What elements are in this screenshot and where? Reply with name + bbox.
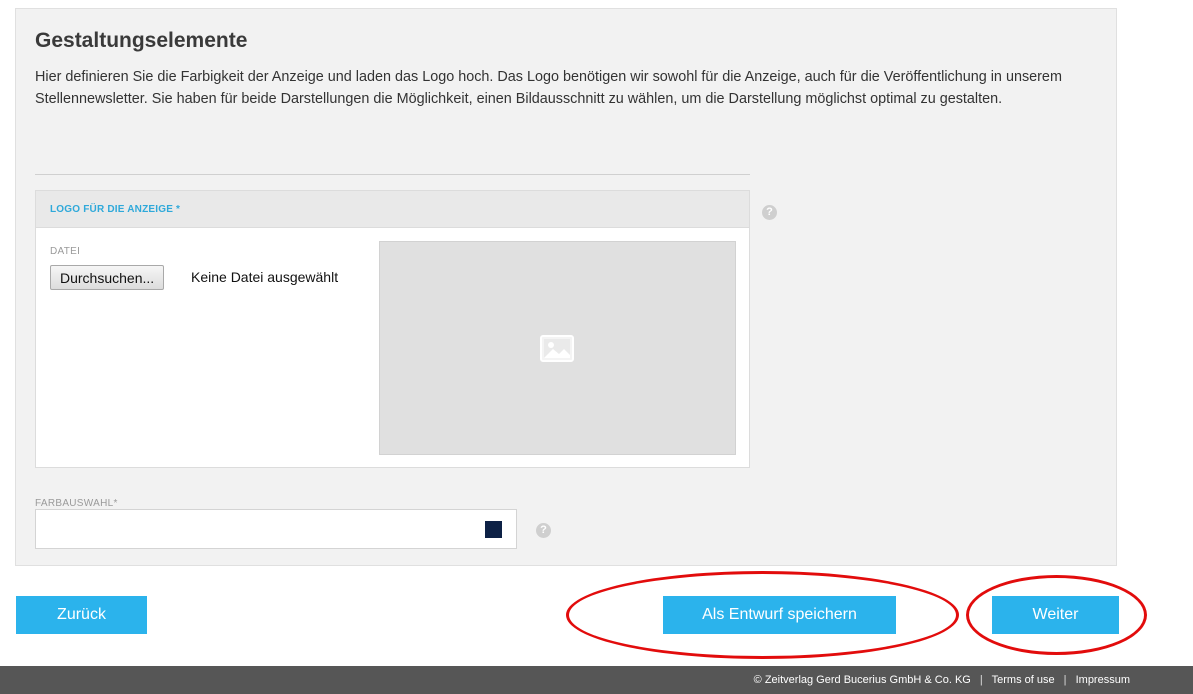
copyright-text: © Zeitverlag Gerd Bucerius GmbH & Co. KG	[753, 674, 971, 686]
color-label: FARBAUSWAHL*	[35, 498, 118, 509]
logo-upload-card: LOGO FÜR DIE ANZEIGE * DATEI Durchsuchen…	[35, 190, 750, 468]
file-label: DATEI	[50, 246, 81, 257]
footer: © Zeitverlag Gerd Bucerius GmbH & Co. KG…	[0, 666, 1193, 694]
highlight-oval-next	[966, 575, 1147, 655]
design-elements-panel: Gestaltungselemente Hier definieren Sie …	[15, 8, 1117, 566]
imprint-link[interactable]: Impressum	[1076, 674, 1130, 686]
highlight-oval-draft	[566, 571, 959, 659]
section-intro: Hier definieren Sie die Farbigkeit der A…	[35, 69, 1062, 107]
back-button[interactable]: Zurück	[16, 596, 147, 634]
logo-card-header: LOGO FÜR DIE ANZEIGE *	[36, 191, 749, 228]
footer-separator: |	[1063, 674, 1067, 686]
terms-link[interactable]: Terms of use	[992, 674, 1055, 686]
logo-help-icon[interactable]: ?	[762, 205, 777, 220]
color-help-icon[interactable]: ?	[536, 523, 551, 538]
footer-separator: |	[979, 674, 983, 686]
logo-preview	[379, 241, 736, 455]
color-swatch[interactable]	[485, 521, 502, 538]
file-status: Keine Datei ausgewählt	[191, 269, 339, 285]
image-placeholder-icon	[540, 335, 574, 362]
browse-button[interactable]: Durchsuchen...	[50, 265, 165, 290]
color-input[interactable]	[35, 509, 517, 549]
footer-links: © Zeitverlag Gerd Bucerius GmbH & Co. KG…	[754, 674, 1130, 686]
divider	[35, 174, 750, 175]
section-title: Gestaltungselemente	[35, 29, 248, 52]
